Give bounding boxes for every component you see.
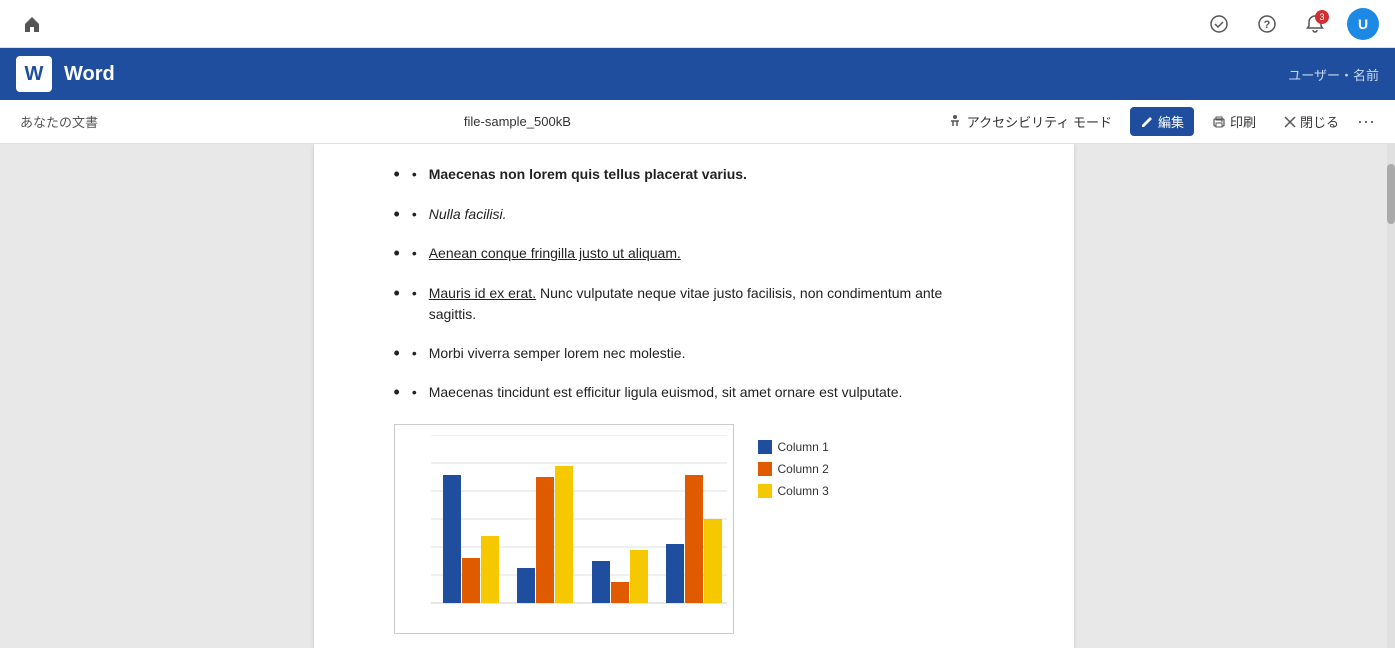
list-item: • Nulla facilisi. bbox=[394, 204, 994, 226]
list-item: • Maecenas tincidunt est efficitur ligul… bbox=[394, 382, 994, 404]
edit-button[interactable]: 編集 bbox=[1130, 107, 1194, 136]
bar-row1-col3 bbox=[481, 536, 499, 603]
home-button[interactable] bbox=[16, 8, 48, 40]
word-header: W Word ユーザー・名前 bbox=[0, 48, 1395, 100]
top-bar: ? 3 U bbox=[0, 0, 1395, 48]
bullet-list: • Maecenas non lorem quis tellus placera… bbox=[394, 164, 994, 404]
scrollbar-track[interactable] bbox=[1387, 144, 1395, 648]
filename-label: file-sample_500kB bbox=[464, 114, 571, 129]
close-button[interactable]: 閉じる bbox=[1274, 107, 1349, 136]
bar-row4-col2 bbox=[685, 475, 703, 603]
bar-row4-col1 bbox=[666, 544, 684, 603]
list-item: • Morbi viverra semper lorem nec molesti… bbox=[394, 343, 994, 365]
svg-text:?: ? bbox=[1264, 19, 1271, 31]
legend-label-col3: Column 3 bbox=[778, 484, 829, 498]
word-logo: W bbox=[16, 56, 52, 92]
list-item: • Mauris id ex erat. Nunc vulputate nequ… bbox=[394, 283, 994, 325]
top-bar-left bbox=[16, 8, 48, 40]
list-item: • Maecenas non lorem quis tellus placera… bbox=[394, 164, 994, 186]
legend-item-col1: Column 1 bbox=[758, 440, 829, 454]
chart-container: 12 10 8 6 4 2 0 bbox=[394, 424, 994, 634]
main-area: • Maecenas non lorem quis tellus placera… bbox=[0, 144, 1395, 648]
legend-label-col1: Column 1 bbox=[778, 440, 829, 454]
legend-color-col1 bbox=[758, 440, 772, 454]
bullet-text-2: Nulla facilisi. bbox=[429, 204, 507, 225]
print-button[interactable]: 印刷 bbox=[1202, 107, 1266, 136]
chart-svg: 12 10 8 6 4 2 0 bbox=[431, 435, 727, 605]
accessibility-button[interactable]: アクセシビリティ モード bbox=[937, 107, 1122, 136]
bar-row3-col1 bbox=[592, 561, 610, 603]
check-circle-button[interactable] bbox=[1203, 8, 1235, 40]
more-options-button[interactable]: ··· bbox=[1357, 111, 1375, 132]
bar-row2-col1 bbox=[517, 568, 535, 603]
help-button[interactable]: ? bbox=[1251, 8, 1283, 40]
bar-row2-col3 bbox=[555, 466, 573, 603]
notification-button[interactable]: 3 bbox=[1299, 8, 1331, 40]
list-item: • Aenean conque fringilla justo ut aliqu… bbox=[394, 243, 994, 265]
toolbar-actions: アクセシビリティ モード 編集 印刷 閉じる ··· bbox=[937, 107, 1375, 136]
legend-label-col2: Column 2 bbox=[778, 462, 829, 476]
legend-item-col3: Column 3 bbox=[758, 484, 829, 498]
my-docs-label: あなたの文書 bbox=[20, 112, 98, 131]
bullet-text-3: Aenean conque fringilla justo ut aliquam… bbox=[429, 243, 681, 264]
legend-color-col3 bbox=[758, 484, 772, 498]
top-bar-right: ? 3 U bbox=[1203, 8, 1379, 40]
word-title: Word bbox=[64, 63, 115, 86]
bar-row3-col3 bbox=[630, 550, 648, 603]
bar-row4-col3 bbox=[704, 519, 722, 603]
bar-row1-col2 bbox=[462, 558, 480, 603]
word-user-info: ユーザー・名前 bbox=[1288, 65, 1379, 84]
toolbar: あなたの文書 file-sample_500kB アクセシビリティ モード 編集 bbox=[0, 100, 1395, 144]
bar-row3-col2 bbox=[611, 582, 629, 603]
legend-item-col2: Column 2 bbox=[758, 462, 829, 476]
word-header-left: W Word bbox=[16, 56, 115, 92]
bar-row2-col2 bbox=[536, 477, 554, 603]
avatar[interactable]: U bbox=[1347, 8, 1379, 40]
bullet-text-4: Mauris id ex erat. Nunc vulputate neque … bbox=[429, 283, 994, 325]
chart-legend: Column 1 Column 2 Column 3 bbox=[758, 440, 829, 498]
bullet-text-6: Maecenas tincidunt est efficitur ligula … bbox=[429, 382, 903, 403]
doc-scroll[interactable]: • Maecenas non lorem quis tellus placera… bbox=[0, 144, 1387, 648]
doc-page: • Maecenas non lorem quis tellus placera… bbox=[314, 144, 1074, 648]
legend-color-col2 bbox=[758, 462, 772, 476]
bullet-text-1: Maecenas non lorem quis tellus placerat … bbox=[429, 164, 747, 185]
scrollbar-thumb[interactable] bbox=[1387, 164, 1395, 224]
bullet-text-5: Morbi viverra semper lorem nec molestie. bbox=[429, 343, 686, 364]
notification-badge: 3 bbox=[1315, 10, 1329, 24]
bar-row1-col1 bbox=[443, 475, 461, 603]
chart-area: 12 10 8 6 4 2 0 bbox=[394, 424, 734, 634]
